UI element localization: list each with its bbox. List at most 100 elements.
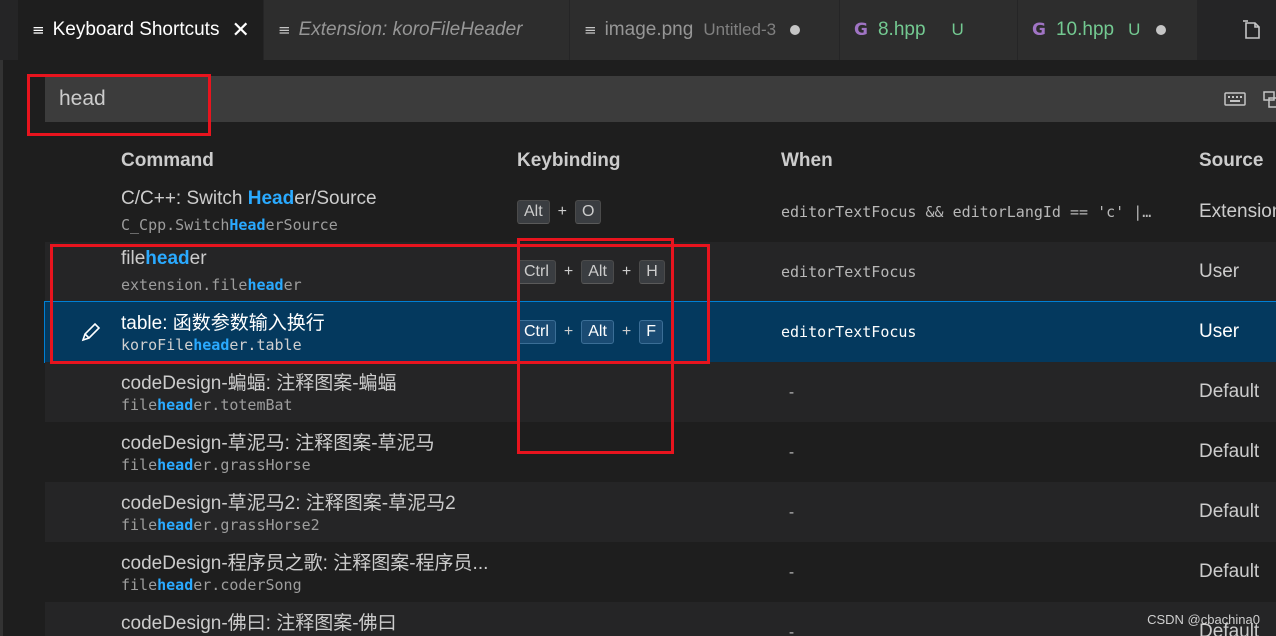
source-label: Extension — [1199, 201, 1276, 222]
tab-label: 10.hpp — [1055, 19, 1115, 40]
when-clause: editorTextFocus && editorLangId == 'c' |… — [781, 203, 1152, 221]
sort-by-precedence-icon[interactable] — [1261, 89, 1276, 109]
key-separator: + — [621, 263, 632, 280]
source-label: Default — [1199, 381, 1260, 402]
command-title-text: codeDesign-草泥马: 注释图案-草泥马 — [121, 433, 435, 454]
list-icon: ≡ — [584, 21, 597, 39]
edit-pencil-icon[interactable] — [79, 320, 103, 344]
keybindings-table: C/C++: Switch Header/Source C_Cpp.SwitchH… — [44, 182, 1276, 636]
tab-label: Keyboard Shortcuts — [52, 19, 220, 40]
key-cap: Ctrl — [517, 260, 556, 284]
column-header-command: Command — [121, 150, 214, 171]
command-id-text: er.totemBat — [193, 396, 293, 414]
tab-bar-left-strip — [0, 0, 18, 60]
tab-label: 8.hpp — [877, 19, 926, 40]
table-row[interactable]: codeDesign-草泥马2: 注释图案-草泥马2 fileheader.gra… — [45, 482, 1276, 542]
key-cap: H — [639, 260, 665, 284]
source-label: Default — [1199, 501, 1260, 522]
tab-10-hpp[interactable]: G 10.hpp U — [1018, 0, 1198, 60]
tab-extension-korofileheader[interactable]: ≡ Extension: koroFileHeader — [264, 0, 570, 60]
command-title: codeDesign-草泥马2: 注释图案-草泥马2 — [121, 488, 456, 515]
search-match: Head — [247, 188, 295, 209]
keyboard-icon[interactable] — [1224, 89, 1246, 109]
search-match: head — [157, 456, 194, 474]
command-id-text: er.grassHorse — [193, 456, 311, 474]
column-header-when: When — [781, 150, 833, 171]
command-title: codeDesign-佛曰: 注释图案-佛曰 — [121, 608, 397, 635]
tab-image-png[interactable]: ≡ image.png Untitled-3 — [570, 0, 840, 60]
source-label: User — [1199, 261, 1240, 282]
table-row[interactable]: C/C++: Switch Header/Source C_Cpp.SwitchH… — [45, 182, 1276, 242]
column-header-source: Source — [1199, 150, 1264, 171]
command-title-text: codeDesign-佛曰: 注释图案-佛曰 — [121, 613, 397, 634]
command-title: codeDesign-草泥马: 注释图案-草泥马 — [121, 428, 435, 455]
search-match: head — [157, 396, 194, 414]
command-title: C/C++: Switch Header/Source — [121, 188, 377, 210]
command-id-text: file — [121, 516, 158, 534]
command-id: fileheader.coderSong — [121, 576, 302, 594]
table-row[interactable]: codeDesign-佛曰: 注释图案-佛曰 - Default — [45, 602, 1276, 636]
command-id-text: extension.file — [121, 276, 248, 294]
when-clause: - — [787, 623, 797, 636]
table-row[interactable]: codeDesign-草泥马: 注释图案-草泥马 fileheader.grass… — [45, 422, 1276, 482]
table-row[interactable]: table: 函数参数输入换行 koroFileheader.table Ctrl +… — [44, 301, 1276, 363]
when-clause: - — [787, 383, 797, 401]
key-separator: + — [621, 323, 632, 340]
tab-description: Untitled-3 — [703, 20, 777, 39]
search-match: Head — [229, 216, 266, 234]
source-label: User — [1199, 321, 1240, 342]
command-id-text: C_Cpp.Switch — [121, 216, 230, 234]
command-id: fileheader.grassHorse — [121, 456, 311, 474]
editor-tab-bar: ≡ Keyboard Shortcuts ✕ ≡ Extension: koro… — [0, 0, 1276, 60]
key-cap: Alt — [581, 320, 614, 344]
list-icon: ≡ — [278, 21, 291, 39]
key-separator: + — [563, 323, 574, 340]
table-header: Command Keybinding When Source — [45, 140, 1276, 180]
command-id: extension.fileheader — [121, 276, 302, 294]
command-title-text: codeDesign-草泥马2: 注释图案-草泥马2 — [121, 493, 456, 514]
tab-8-hpp[interactable]: G 8.hpp U — [840, 0, 1018, 60]
key-cap: Ctrl — [517, 320, 556, 344]
command-id: C_Cpp.SwitchHeaderSource — [121, 216, 338, 234]
table-row[interactable]: fileheader extension.fileheader Ctrl + Alt + H… — [45, 242, 1276, 302]
key-cap: Alt — [581, 260, 614, 284]
key-cap: F — [639, 320, 664, 344]
tab-keyboard-shortcuts[interactable]: ≡ Keyboard Shortcuts ✕ — [18, 0, 264, 60]
watermark: CSDN @cbachina0 — [1147, 612, 1260, 627]
key-cap: O — [575, 200, 602, 224]
untracked-badge: U — [951, 20, 964, 39]
command-id: fileheader.grassHorse2 — [121, 516, 320, 534]
when-clause: editorTextFocus — [781, 323, 917, 341]
unsaved-dot-icon[interactable] — [1156, 25, 1167, 35]
table-row[interactable]: codeDesign-程序员之歌: 注释图案-程序员... fileheader.… — [45, 542, 1276, 602]
command-id-text: koroFile — [121, 336, 194, 354]
tab-label: Extension: koroFileHeader — [298, 19, 523, 40]
keybinding[interactable]: Ctrl + Alt + H — [517, 260, 665, 284]
keybinding[interactable]: Alt + O — [517, 200, 602, 224]
command-title: codeDesign-蝙蝠: 注释图案-蝙蝠 — [121, 368, 397, 395]
command-title-text: codeDesign-蝙蝠: 注释图案-蝙蝠 — [121, 373, 397, 394]
source-label: Default — [1199, 441, 1260, 462]
close-icon[interactable]: ✕ — [231, 18, 249, 43]
search-match: head — [157, 576, 194, 594]
activity-divider — [0, 60, 3, 636]
when-clause: editorTextFocus — [781, 263, 917, 281]
search-match: head — [157, 516, 194, 534]
cpp-icon: G — [1032, 20, 1046, 40]
open-keybindings-json-button[interactable] — [1228, 0, 1276, 60]
when-clause: - — [787, 443, 797, 461]
open-json-icon — [1243, 20, 1260, 39]
search-match: head — [145, 248, 190, 269]
command-id-text: er.table — [229, 336, 302, 354]
command-id-text: file — [121, 456, 158, 474]
keybinding[interactable]: Ctrl + Alt + F — [517, 320, 664, 344]
untracked-badge: U — [1128, 20, 1141, 39]
table-row[interactable]: codeDesign-蝙蝠: 注释图案-蝙蝠 fileheader.totemBa… — [45, 362, 1276, 422]
command-id-text: erSource — [265, 216, 338, 234]
source-label: Default — [1199, 561, 1260, 582]
command-title-text: er — [189, 248, 207, 269]
unsaved-dot-icon[interactable] — [790, 25, 801, 35]
key-separator: + — [557, 203, 568, 220]
search-match: head — [247, 276, 284, 294]
search-input[interactable] — [59, 76, 1159, 122]
